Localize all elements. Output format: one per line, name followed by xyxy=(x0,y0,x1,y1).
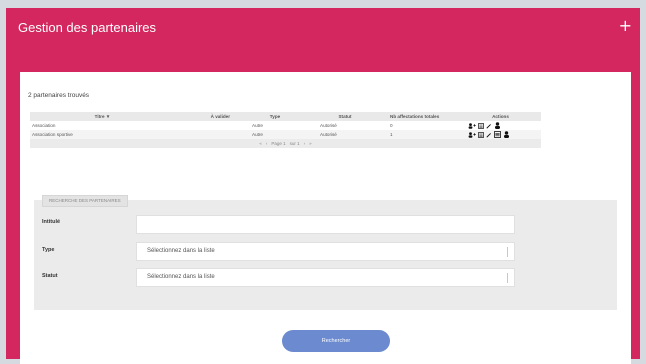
search-button[interactable]: Rechercher xyxy=(282,330,390,352)
type-select-caret xyxy=(507,247,508,257)
statut-select-caret xyxy=(507,273,508,283)
table-row: Association sportive Autre Autorisé 1 xyxy=(30,130,541,139)
search-panel: Recherche des partenaires Intitulé Type … xyxy=(34,195,617,310)
list-icon[interactable] xyxy=(494,131,501,138)
edit-icon[interactable] xyxy=(486,123,492,129)
partners-table: Titre ▼ À valider Type Statut Nb affecta… xyxy=(30,112,541,148)
cell-type: Autre xyxy=(252,123,263,128)
partners-window: Gestion des partenaires + 2 partenaires … xyxy=(6,8,640,364)
pager-last[interactable]: » xyxy=(309,141,312,146)
type-select[interactable]: Sélectionnez dans la liste xyxy=(136,242,515,261)
details-icon[interactable] xyxy=(478,122,484,129)
pager-prev[interactable]: ‹ xyxy=(266,141,268,146)
user-icon[interactable] xyxy=(503,131,510,138)
cell-actions xyxy=(460,122,541,129)
column-header-a-valider[interactable]: À valider xyxy=(175,114,240,119)
cell-statut: Autorisé xyxy=(320,123,337,128)
add-partner-button[interactable]: + xyxy=(619,18,632,34)
column-header-titre[interactable]: Titre ▼ xyxy=(30,114,175,119)
pager-of-label: sur 1 xyxy=(289,141,300,146)
intitule-label: Intitulé xyxy=(42,219,61,225)
intitule-input[interactable] xyxy=(136,215,515,234)
user-icon[interactable] xyxy=(494,122,501,129)
type-label: Type xyxy=(42,247,55,253)
cell-nb-affectations: 0 xyxy=(390,123,393,128)
cell-statut: Autorisé xyxy=(320,132,337,137)
column-header-statut[interactable]: Statut xyxy=(310,114,380,119)
pagination: « ‹ Page 1 sur 1 › » xyxy=(30,139,541,148)
assign-user-icon[interactable] xyxy=(468,131,476,138)
details-icon[interactable] xyxy=(478,131,484,138)
pager-next[interactable]: › xyxy=(304,141,306,146)
edit-icon[interactable] xyxy=(486,132,492,138)
assign-user-icon[interactable] xyxy=(468,122,476,129)
cell-titre: Association sportive xyxy=(32,132,73,137)
table-row: Association Autre Autorisé 0 xyxy=(30,121,541,130)
results-count: 2 partenaires trouvés xyxy=(28,92,90,99)
pager-page-label: Page 1 xyxy=(271,141,286,146)
cell-type: Autre xyxy=(252,132,263,137)
column-header-actions: Actions xyxy=(492,114,509,119)
page-title: Gestion des partenaires xyxy=(18,20,157,35)
column-header-type[interactable]: Type xyxy=(240,114,310,119)
cell-nb-affectations: 1 xyxy=(390,132,393,137)
column-header-nb-affectations[interactable]: Nb affectations totales xyxy=(380,114,460,119)
cell-titre: Association xyxy=(32,123,56,128)
statut-select-value: Sélectionnez dans la liste xyxy=(147,274,215,280)
statut-label: Statut xyxy=(42,273,58,279)
search-panel-tab[interactable]: Recherche des partenaires xyxy=(42,195,128,207)
statut-select[interactable]: Sélectionnez dans la liste xyxy=(136,268,515,287)
cell-actions xyxy=(460,131,541,138)
type-select-value: Sélectionnez dans la liste xyxy=(147,248,215,254)
pager-first[interactable]: « xyxy=(259,141,262,146)
table-header: Titre ▼ À valider Type Statut Nb affecta… xyxy=(30,112,541,121)
content-panel: 2 partenaires trouvés Titre ▼ À valider … xyxy=(20,72,631,364)
